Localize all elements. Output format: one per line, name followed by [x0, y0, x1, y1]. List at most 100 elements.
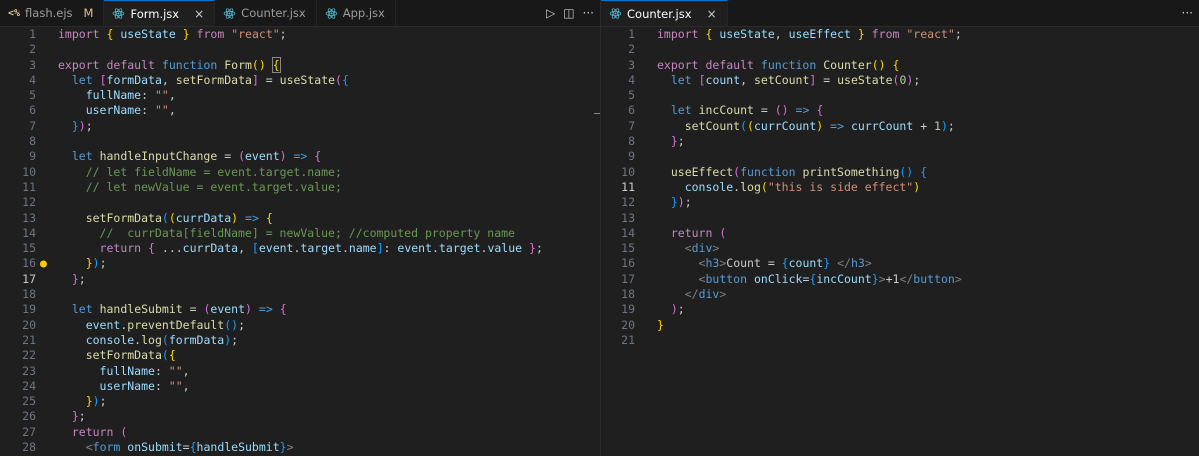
code-line: event.preventDefault(); — [85, 317, 245, 332]
code-line: }); — [85, 394, 107, 409]
code-line: return { ...currData, [event.target.name… — [99, 241, 543, 256]
line-number: 21 — [621, 332, 635, 347]
tab-label: Counter.jsx — [241, 6, 306, 20]
close-icon[interactable]: × — [707, 7, 717, 21]
line-number: 6 — [29, 103, 36, 118]
code-line: console.log("this is side effect") — [684, 179, 921, 194]
code-line: let [formData, setFormData] = useState({ — [71, 72, 349, 87]
line-number: 1 — [628, 27, 635, 41]
tab-label: flash.ejs — [25, 6, 73, 20]
workbench: <% flash.ejs M Form.jsx × Counter.jsx Ap… — [0, 0, 1199, 456]
code-line: let handleInputChange = (event) => { — [71, 149, 322, 164]
line-number: 16 — [621, 256, 635, 271]
split-editor-icon[interactable]: ◫ — [563, 6, 574, 20]
code-line: let [count, setCount] = useState(0); — [670, 72, 921, 87]
code-line: setFormData({ — [85, 348, 176, 363]
line-number: 5 — [628, 88, 635, 103]
line-number: 9 — [628, 149, 635, 164]
code-line: return ( — [71, 424, 128, 439]
line-number: 20 — [621, 317, 635, 332]
line-number: 18 — [621, 287, 635, 302]
code-line: setCount((currCount) => currCount + 1); — [684, 118, 955, 133]
line-number: 24 — [22, 378, 36, 393]
code-line: userName: "", — [99, 378, 190, 393]
more-actions-icon[interactable]: ··· — [1182, 6, 1193, 20]
line-number: 15 — [621, 241, 635, 256]
tab-bar-left: <% flash.ejs M Form.jsx × Counter.jsx Ap… — [0, 0, 600, 27]
react-icon — [223, 7, 236, 19]
code-line: }); — [85, 256, 107, 271]
code-line: // let newValue = event.target.value; — [85, 179, 342, 194]
code-line: }); — [71, 118, 93, 133]
tab-counter-jsx[interactable]: Counter.jsx × — [601, 0, 728, 26]
code-line: userName: "", — [85, 103, 176, 118]
code-line: console.log(formData); — [85, 332, 239, 347]
line-number: 20 — [22, 317, 36, 332]
line-number: 6 — [628, 103, 635, 118]
line-number: 2 — [29, 42, 36, 57]
line-number: 10 — [22, 164, 36, 179]
code-line: fullName: "", — [99, 363, 190, 378]
code-line: <form onSubmit={handleSubmit}> — [85, 440, 294, 455]
line-number: 22 — [22, 348, 36, 363]
line-number: 10 — [621, 164, 635, 179]
code-editor-right[interactable]: 1 import { useState, useEffect } from "re… — [601, 27, 1199, 456]
line-number: 23 — [22, 363, 36, 378]
tab-form-jsx[interactable]: Form.jsx × — [104, 0, 216, 26]
line-number: 1 — [29, 27, 36, 41]
code-line: <div> — [684, 241, 720, 256]
line-number: 17 — [22, 271, 36, 286]
code-line: export default function Form() { — [58, 56, 281, 73]
line-number: 16 — [22, 256, 36, 271]
tab-flash-ejs[interactable]: <% flash.ejs M — [0, 0, 105, 26]
code-line: useEffect(function printSomething() { — [670, 164, 928, 179]
line-number: 27 — [22, 424, 36, 439]
line-number: 3 — [29, 57, 36, 72]
tab-bar-right: Counter.jsx × ··· — [601, 0, 1199, 27]
line-number: 19 — [22, 302, 36, 317]
react-icon — [325, 7, 338, 19]
close-icon[interactable]: × — [194, 7, 204, 21]
line-number: 26 — [22, 409, 36, 424]
line-number: 3 — [628, 57, 635, 72]
code-line: }); — [670, 195, 692, 210]
code-line: return ( — [670, 225, 727, 240]
line-number: 7 — [29, 118, 36, 133]
react-icon — [113, 8, 125, 19]
line-number: 28 — [22, 440, 36, 455]
tab-counter-jsx[interactable]: Counter.jsx — [215, 0, 317, 26]
code-line: </div> — [684, 287, 727, 302]
lightbulb-icon[interactable]: ● — [40, 256, 47, 271]
react-icon — [609, 8, 622, 19]
line-number: 2 — [628, 42, 635, 57]
tab-label: App.jsx — [342, 6, 385, 20]
more-actions-icon[interactable]: ··· — [583, 6, 594, 20]
line-number: 18 — [22, 287, 36, 302]
line-number: 11 — [621, 179, 635, 194]
code-line: // let fieldName = event.target.name; — [85, 164, 342, 179]
line-number: 13 — [621, 210, 635, 225]
line-number: 21 — [22, 332, 36, 347]
line-number: 9 — [29, 149, 36, 164]
line-number: 17 — [621, 271, 635, 286]
code-line: }; — [670, 134, 685, 149]
run-icon[interactable]: ▷ — [546, 6, 555, 20]
line-number: 14 — [22, 225, 36, 240]
line-number: 4 — [628, 72, 635, 87]
editor-actions-right: ··· — [1182, 0, 1193, 26]
code-editor-left[interactable]: 1 import { useState } from "react"; 2 3 ex… — [0, 27, 600, 456]
tab-app-jsx[interactable]: App.jsx — [316, 0, 396, 26]
code-line: let incCount = () => { — [670, 103, 824, 118]
tab-label: Form.jsx — [130, 6, 180, 21]
code-line: }; — [71, 409, 86, 424]
line-number: 15 — [22, 241, 36, 256]
code-line: export default function Counter() { — [657, 57, 900, 72]
line-number: 19 — [621, 302, 635, 317]
line-number: 4 — [29, 72, 36, 87]
code-line: <button onClick={incCount}>+1</button> — [698, 271, 962, 286]
tab-label: Counter.jsx — [627, 6, 692, 21]
code-line: fullName: "", — [85, 88, 176, 103]
code-line: <h3>Count = {count} </h3> — [698, 256, 872, 271]
line-number: 13 — [22, 210, 36, 225]
code-line: } — [657, 317, 664, 332]
